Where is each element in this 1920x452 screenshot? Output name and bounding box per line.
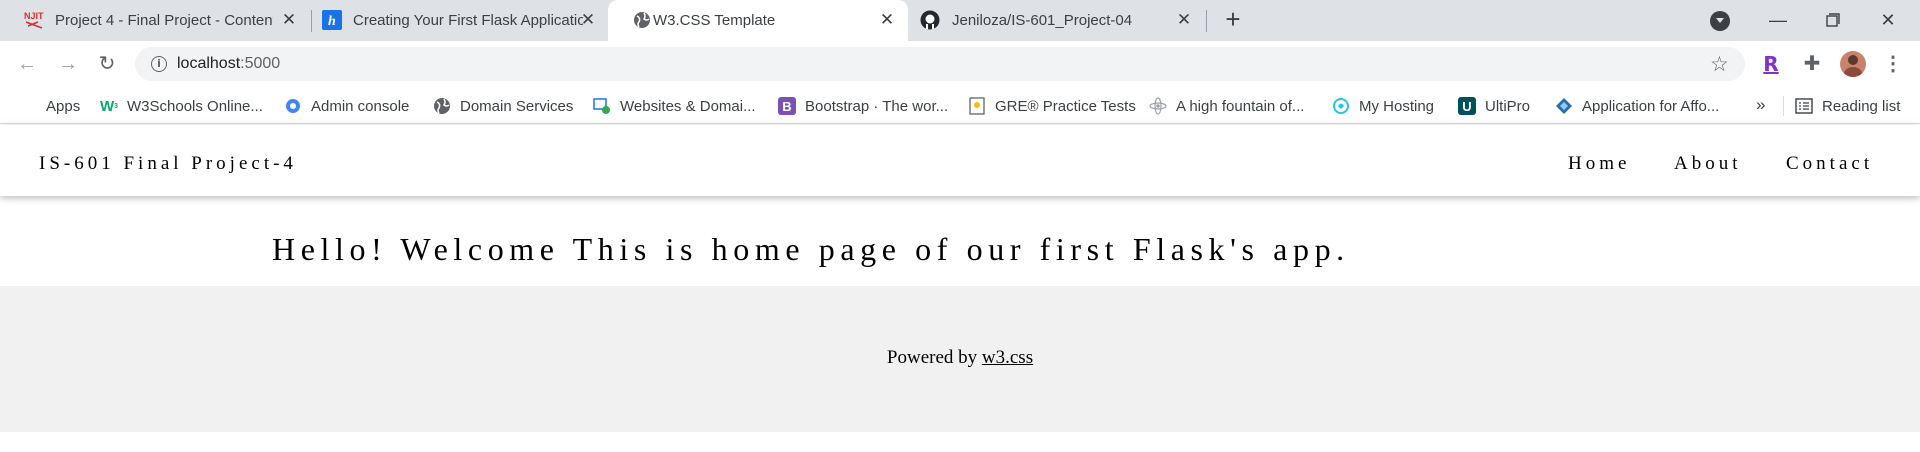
tab-title: Jeniloza/IS-601_Project-04: [952, 12, 1133, 29]
bookmark-label: Websites & Domai...: [620, 97, 756, 115]
bookmark-star-icon[interactable]: ☆: [1710, 52, 1729, 77]
more-bookmarks-chevron-icon[interactable]: »: [1756, 95, 1765, 115]
websites-icon: [593, 97, 611, 115]
address-bar[interactable]: i localhost:5000 ☆: [135, 47, 1745, 81]
reload-icon[interactable]: ↻: [94, 51, 120, 77]
bookmark-application[interactable]: Application for Affo...: [1555, 95, 1719, 117]
bookmark-gre[interactable]: GRE® Practice Tests: [968, 95, 1136, 117]
nav-link-contact[interactable]: Contact: [1786, 153, 1873, 175]
njit-favicon-icon: NJIT: [24, 10, 44, 30]
gre-icon: [968, 97, 986, 115]
bookmark-label: Bootstrap · The wor...: [805, 97, 949, 115]
atom-icon: [1149, 97, 1167, 115]
tab-flask-app[interactable]: h Creating Your First Flask Application …: [300, 0, 608, 41]
h-favicon-icon: h: [322, 10, 342, 30]
nav-link-about[interactable]: About: [1674, 153, 1742, 175]
menu-kebab-icon[interactable]: ⋮: [1880, 51, 1906, 77]
new-tab-plus-icon[interactable]: +: [1221, 6, 1245, 32]
powered-by-text: Powered by w3.css: [0, 347, 1920, 369]
extensions-puzzle-icon[interactable]: ✚: [1799, 51, 1825, 77]
tab-project4[interactable]: NJIT Project 4 - Final Project - Content…: [0, 0, 300, 41]
tab-w3css-template[interactable]: W3.CSS Template ✕: [608, 0, 908, 41]
close-tab-icon[interactable]: ✕: [878, 11, 896, 29]
nav-link-home[interactable]: Home: [1568, 153, 1630, 175]
admin-console-icon: [284, 97, 302, 115]
site-footer: Powered by w3.css: [0, 286, 1920, 432]
url-host: localhost: [177, 55, 241, 72]
tab-github-repo[interactable]: Jeniloza/IS-601_Project-04 ✕: [908, 0, 1208, 41]
bookmark-label: Apps: [46, 97, 81, 115]
site-navbar: IS-601 Final Project-4 Home About Contac…: [0, 125, 1920, 196]
hero-heading: Hello! Welcome This is home page of our …: [272, 231, 1350, 267]
w3schools-icon: W3: [99, 97, 119, 115]
bookmark-my-hosting[interactable]: My Hosting: [1332, 95, 1434, 117]
bookmark-apps[interactable]: Apps: [19, 95, 80, 117]
url-text: localhost:5000: [177, 55, 280, 73]
bookmark-label: Admin console: [311, 97, 410, 115]
forward-arrow-icon[interactable]: →: [55, 51, 81, 77]
profile-avatar[interactable]: [1840, 51, 1866, 77]
bookmark-admin-console[interactable]: Admin console: [284, 95, 409, 117]
powered-by-prefix: Powered by: [886, 347, 982, 368]
apps-grid-icon: [19, 97, 37, 115]
reading-list-button[interactable]: Reading list: [1795, 95, 1900, 117]
bootstrap-icon: B: [778, 97, 796, 115]
bookmark-domain-services[interactable]: Domain Services: [433, 95, 573, 117]
bookmark-bootstrap[interactable]: B Bootstrap · The wor...: [778, 95, 948, 117]
hosting-icon: [1332, 97, 1350, 115]
tab-title: Project 4 - Final Project - Content: [55, 12, 273, 29]
minimize-icon[interactable]: —: [1763, 6, 1793, 34]
site-info-icon[interactable]: i: [151, 56, 167, 72]
bookmark-label: W3Schools Online...: [127, 97, 263, 115]
w3css-link[interactable]: w3.css: [982, 347, 1033, 368]
ultipro-icon: U: [1458, 97, 1476, 115]
bookmark-websites-domains[interactable]: Websites & Domai...: [593, 95, 756, 117]
url-port: :5000: [240, 55, 281, 72]
bookmarks-bar: Apps W3 W3Schools Online... Admin consol…: [0, 88, 1920, 124]
close-window-icon[interactable]: ✕: [1873, 6, 1903, 34]
reading-list-icon: [1795, 97, 1813, 115]
tab-strip: NJIT Project 4 - Final Project - Content…: [0, 0, 1920, 41]
svg-text:h: h: [328, 14, 336, 29]
r-extension-icon[interactable]: R: [1758, 51, 1784, 77]
tab-divider: [1206, 10, 1207, 32]
bookmark-label: UltiPro: [1485, 97, 1531, 115]
page-bottom-spacer: [0, 432, 1920, 452]
site-brand[interactable]: IS-601 Final Project-4: [39, 153, 297, 175]
back-arrow-icon[interactable]: ←: [14, 51, 40, 77]
bookmark-high-fountain[interactable]: A high fountain of...: [1149, 95, 1304, 117]
github-favicon-icon: [920, 10, 940, 30]
bookmark-label: My Hosting: [1359, 97, 1435, 115]
close-tab-icon[interactable]: ✕: [280, 11, 298, 29]
reading-list-label: Reading list: [1822, 97, 1901, 115]
tab-search-icon[interactable]: [1710, 11, 1730, 31]
browser-toolbar: ← → ↻ i localhost:5000 ☆ R ✚ ⋮: [0, 41, 1920, 88]
bookmark-w3schools[interactable]: W3 W3Schools Online...: [100, 95, 263, 117]
svg-text:NJIT: NJIT: [24, 11, 44, 21]
application-icon: [1555, 97, 1573, 115]
tab-title: W3.CSS Template: [653, 12, 776, 29]
bookmark-label: Application for Affo...: [1582, 97, 1720, 115]
bookmark-label: Domain Services: [460, 97, 574, 115]
close-tab-icon[interactable]: ✕: [1175, 11, 1193, 29]
tab-title: Creating Your First Flask Application: [353, 12, 583, 29]
bookmarks-divider: [1783, 96, 1784, 116]
globe-favicon-icon: [632, 10, 652, 30]
bookmark-label: A high fountain of...: [1176, 97, 1305, 115]
close-tab-icon[interactable]: ✕: [579, 11, 597, 29]
bookmark-label: GRE® Practice Tests: [995, 97, 1136, 115]
restore-icon[interactable]: [1818, 6, 1848, 34]
bookmark-ultipro[interactable]: U UltiPro: [1458, 95, 1530, 117]
web-page: IS-601 Final Project-4 Home About Contac…: [0, 125, 1920, 452]
globe-icon: [433, 97, 451, 115]
